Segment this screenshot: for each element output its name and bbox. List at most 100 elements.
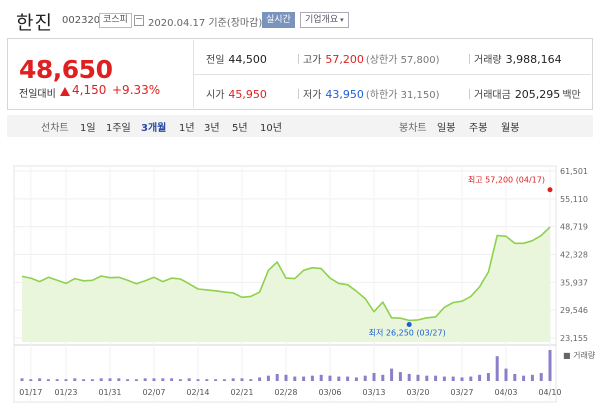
x-tick-label: 02/28 (274, 388, 297, 397)
volume-bar (196, 379, 200, 381)
volume-bar (284, 374, 288, 381)
volume-bar (82, 379, 86, 381)
candle-monthly[interactable]: 월봉 (501, 119, 519, 134)
volume-bar (451, 376, 455, 381)
stock-code: 002320 (62, 15, 101, 26)
candle-daily[interactable]: 일봉 (437, 119, 455, 134)
x-tick-label: 01/23 (54, 388, 77, 397)
volume-bar (143, 378, 147, 381)
volume-bar (495, 356, 499, 381)
x-tick-label: 01/17 (19, 388, 42, 397)
volume-bar (504, 368, 508, 381)
calendar-icon (134, 15, 144, 26)
volume-bar (205, 379, 209, 381)
x-tick-label: 02/21 (230, 388, 253, 397)
volume-bar (478, 374, 482, 381)
x-tick-label: 01/31 (98, 388, 121, 397)
volume-bar (152, 378, 156, 381)
market-badge: 코스피 (99, 13, 132, 28)
open-value: 45,950 (228, 88, 267, 101)
period-5y[interactable]: 5년 (232, 119, 248, 134)
price-summary: 48,650 전일대비 4,150 +9.33% 전일 44,500 고가 57,2… (7, 38, 593, 110)
period-1d[interactable]: 1일 (80, 119, 96, 134)
chart-period-bar: 선차트 1일 1주일 3개월 1년 3년 5년 10년 봉차트 일봉 주봉 월봉 (7, 115, 593, 137)
volume-bar (99, 378, 103, 381)
divider (298, 54, 299, 64)
volume-bar (354, 377, 358, 381)
volume-bar (240, 378, 244, 381)
volume-bar (275, 373, 279, 381)
x-tick-label: 03/27 (450, 388, 473, 397)
volume-bar (38, 378, 42, 381)
volume-bar (398, 372, 402, 381)
amount-label: 거래대금 (474, 90, 511, 101)
volume-bar (416, 374, 420, 381)
x-tick-label: 02/07 (142, 388, 165, 397)
period-1y[interactable]: 1년 (179, 119, 195, 134)
trade-volume: 거래량 3,988,164 (469, 51, 562, 66)
prev-close-value: 44,500 (228, 53, 267, 66)
amount-unit: 백만 (562, 90, 581, 101)
realtime-button[interactable]: 실시간 (262, 12, 295, 28)
min-marker (406, 322, 412, 328)
volume-bar (434, 375, 438, 381)
upper-limit: (상한가 57,800) (365, 55, 440, 66)
x-tick-label: 04/10 (538, 388, 561, 397)
period-1w[interactable]: 1주일 (106, 119, 131, 134)
max-annotation: 최고 57,200 (04/17) (468, 175, 545, 185)
chevron-down-icon: ▾ (340, 16, 344, 24)
y-tick-label: 35,937 (560, 278, 588, 287)
x-tick-label: 03/20 (406, 388, 429, 397)
up-triangle-icon (60, 87, 70, 96)
current-price: 48,650 (19, 55, 113, 84)
y-tick-label: 61,501 (560, 167, 588, 176)
base-date: 2020.04.17 기준(장마감) (148, 18, 263, 29)
volume-bar (530, 374, 534, 381)
y-tick-label: 29,546 (560, 306, 588, 315)
price-chart: 61,501 55,110 48,719 42,328 35,937 29,546 23,1… (0, 140, 600, 413)
company-overview-label: 기업개요 (305, 15, 339, 25)
volume-bar (460, 377, 464, 381)
volume-bar (64, 379, 68, 381)
volume-bar (222, 379, 226, 381)
high-price: 고가 57,200 (상한가 57,800) (298, 51, 439, 66)
prev-close: 전일 44,500 (206, 51, 267, 66)
y-tick-label: 42,328 (560, 251, 588, 260)
volume-bar (302, 376, 306, 381)
volume-label: 거래량 (474, 55, 502, 66)
volume-bar (486, 373, 490, 381)
volume-bar (522, 375, 526, 381)
volume-bar (539, 373, 543, 381)
trade-amount: 거래대금 205,295 백만 (469, 86, 581, 101)
divider (469, 54, 470, 64)
volume-bar (108, 378, 112, 381)
period-3m[interactable]: 3개월 (141, 119, 166, 134)
period-10y[interactable]: 10년 (260, 119, 282, 134)
candle-chart-label: 봉차트 (399, 123, 427, 134)
volume-bar (231, 378, 235, 381)
volume-value: 3,988,164 (505, 53, 562, 66)
volume-bar (170, 378, 174, 381)
low-price: 저가 43,950 (하한가 31,150) (298, 86, 439, 101)
x-tick-label: 04/03 (494, 388, 517, 397)
volume-bar (363, 375, 367, 381)
x-tick-label: 03/06 (318, 388, 341, 397)
stock-header: 한진 002320 코스피 2020.04.17 기준(장마감) 실시간 기업개… (0, 0, 600, 40)
volume-bar (425, 375, 429, 381)
divider (469, 89, 470, 99)
volume-bar (293, 376, 297, 381)
volume-bar (187, 378, 191, 381)
volume-bar (20, 378, 24, 381)
volume-bar (372, 373, 376, 381)
lower-limit: (하한가 31,150) (365, 90, 440, 101)
volume-bar (46, 379, 50, 381)
low-value: 43,950 (325, 88, 364, 101)
company-overview-button[interactable]: 기업개요 ▾ (300, 12, 349, 28)
candle-weekly[interactable]: 주봉 (469, 119, 487, 134)
volume-bar (337, 376, 341, 381)
volume-bar (29, 379, 33, 381)
volume-bar (442, 376, 446, 381)
max-marker (547, 187, 553, 193)
period-3y[interactable]: 3년 (204, 119, 220, 134)
divider (298, 89, 299, 99)
